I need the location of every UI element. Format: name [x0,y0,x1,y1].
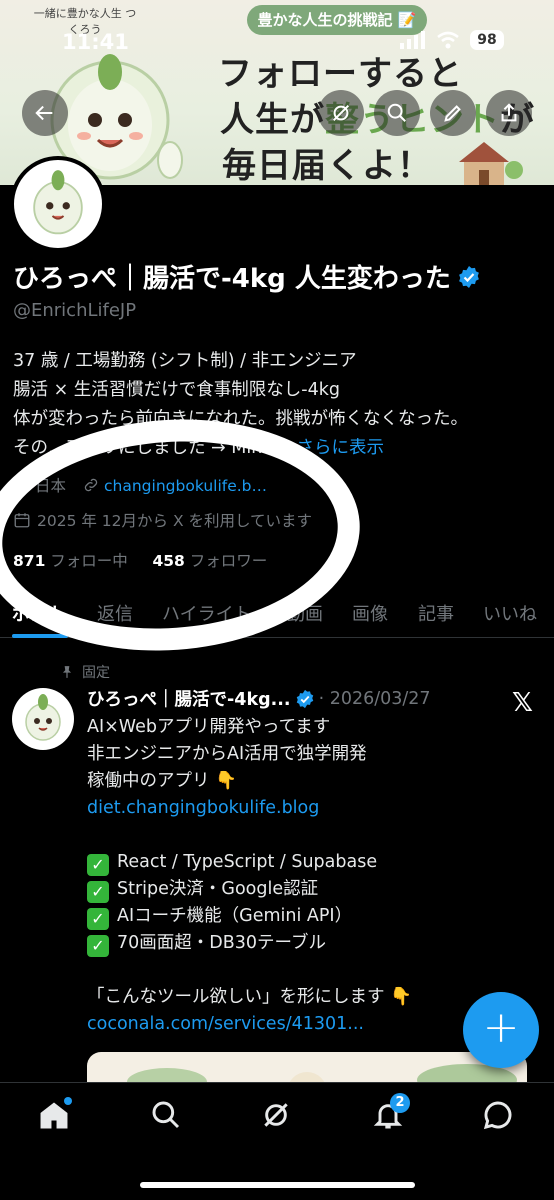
post-check-line: ✓ 70画面超・DB30テーブル [87,930,412,957]
status-time: 11:41 [62,30,129,54]
tab-replies[interactable]: 返信 [97,600,133,626]
x-logo-icon: 𝕏 [512,688,533,718]
signal-icon [400,31,425,49]
link-icon [84,478,98,491]
back-button[interactable] [22,90,68,136]
grok-icon [264,1103,288,1127]
follow-stats: 871 フォロー中 458 フォロワー [13,549,267,571]
post-line: 稼働中のアプリ 👇 [87,771,237,791]
profile-name: ひろっぺ｜腸活で-4kg 人生変わった [13,258,481,295]
profile-bio: 37 歳 / 工場勤務 (シフト制) / 非エンジニア 腸活 × 生活習慣だけで… [13,347,468,463]
check-icon: ✓ [87,935,109,957]
post-link[interactable]: coconala.com/services/41301... [87,1011,412,1038]
location-pin-icon [16,477,28,494]
avatar-mascot [33,170,83,235]
show-more-link[interactable]: さらに表示 [297,438,385,458]
unread-dot [64,1097,72,1105]
post-body[interactable]: AI×Webアプリ開発やってます 非エンジニアからAI活用で独学開発 稼働中のア… [87,714,412,1038]
tab-videos[interactable]: 動画 [287,600,323,626]
profile-tabs: ポスト 返信 ハイライト 動画 画像 記事 いいね [0,590,554,638]
following-stat[interactable]: 871 フォロー中 [13,552,128,570]
nav-messages[interactable] [482,1099,518,1135]
tab-articles[interactable]: 記事 [418,600,454,626]
verified-badge-icon[interactable] [457,265,481,289]
share-button[interactable] [486,90,532,136]
check-icon: ✓ [87,908,109,930]
arrow-left-icon [35,105,53,121]
post-author-name[interactable]: ひろっぺ｜腸活で-4kg... [87,686,291,711]
post-spacer [87,822,412,849]
post-link[interactable]: diet.changingbokulife.blog [87,795,412,822]
post-header: ひろっぺ｜腸活で-4kg... · 2026/03/27 [87,686,431,711]
home-indicator [140,1182,415,1188]
edit-button[interactable] [430,90,476,136]
post-check-line: ✓ React / TypeScript / Supabase [87,849,412,876]
tab-highlights[interactable]: ハイライト [162,600,252,626]
website-link[interactable]: changingbokulife.b… [104,477,267,495]
verified-badge-icon [296,689,313,708]
profile-meta: 日本 changingbokulife.b… [13,474,267,496]
followers-stat[interactable]: 458 フォロワー [152,552,267,570]
profile-name-text: ひろっぺ｜腸活で-4kg 人生変わった [13,264,451,294]
search-button[interactable] [374,90,420,136]
wifi-icon [437,31,459,49]
notification-badge: 2 [390,1093,410,1113]
house-illustration [459,142,523,185]
tab-posts[interactable]: ポスト [12,600,66,626]
share-icon [501,103,517,122]
grok-button[interactable] [318,90,364,136]
nav-search[interactable] [150,1099,186,1135]
search-icon [387,103,406,122]
bio-line: 体が変わったら前向きになれた。挑戦が怖くなくなった。 [13,409,468,429]
post-check-line: ✓ AIコーチ機能（Gemini API） [87,903,412,930]
post-avatar[interactable] [12,688,74,750]
post-line: AI×Webアプリ開発やってます [87,717,331,737]
status-bar: 11:41 98 [0,28,554,58]
active-tab-indicator [12,634,68,638]
profile-handle: @EnrichLifeJP [13,300,137,321]
check-icon: ✓ [87,881,109,903]
post-spacer [87,957,412,984]
banner-line-3: 毎日届くよ！ [222,146,432,185]
location: 日本 [13,474,66,496]
avatar-mascot [25,694,61,741]
nav-notifications[interactable]: 2 [372,1093,410,1135]
nav-grok[interactable] [260,1099,296,1135]
pin-icon [62,666,72,678]
post-check-line: ✓ Stripe決済・Google認証 [87,876,412,903]
post-date: · 2026/03/27 [318,688,431,709]
bio-line: 37 歳 / 工場勤務 (シフト制) / 非エンジニア [13,351,357,371]
join-date: 2025 年 12月から X を利用しています [13,509,312,531]
tab-images[interactable]: 画像 [352,600,388,626]
calendar-icon [14,513,30,528]
tab-likes[interactable]: いいね [483,600,537,626]
pencil-icon [444,105,461,122]
bio-line: 腸活 × 生活習慣だけで食事制限なし-4kg [13,380,340,400]
post-line: 非エンジニアからAI活用で独学開発 [87,744,367,764]
post-line: 「こんなツール欲しい」を形にします 👇 [87,987,412,1007]
nav-home[interactable] [38,1097,74,1135]
website[interactable]: changingbokulife.b… [82,476,267,495]
status-indicators: 98 [400,30,504,50]
compose-post-button[interactable]: + [463,992,539,1068]
check-icon: ✓ [87,854,109,876]
pinned-label: 固定 [60,662,110,682]
chat-bubble-icon [483,1101,512,1130]
profile-avatar[interactable] [10,156,106,252]
battery-indicator: 98 [470,30,504,50]
bio-line: その…アプリにしました → Mind… さらに表示 [13,438,385,458]
plus-icon: + [482,1002,520,1053]
grok-icon [332,104,350,122]
search-icon [152,1101,180,1129]
